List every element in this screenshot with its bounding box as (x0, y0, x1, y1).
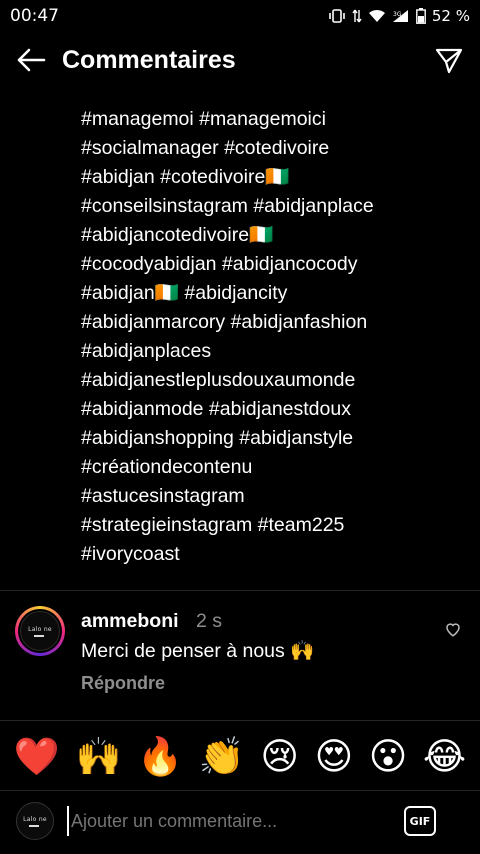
like-heart-icon[interactable] (444, 620, 462, 638)
avatar[interactable]: Lalo ne (15, 606, 65, 656)
caption-line: #socialmanager #cotedivoire (81, 137, 330, 159)
emoji-heart-eyes[interactable]: 😍 (315, 738, 354, 775)
caption-text: #managemoi #managemoici #socialmanager #… (81, 105, 466, 569)
comment-item: Lalo ne ammeboni 2 s Merci de penser à n… (0, 602, 480, 720)
battery-percent: 52 % (431, 7, 470, 25)
own-avatar: Lalo ne (16, 802, 54, 840)
avatar-logo: Lalo ne (20, 611, 60, 651)
comment-time: 2 s (196, 610, 223, 632)
comment-username[interactable]: ammeboni (81, 610, 179, 633)
caption-line: #abidjanshopping #abidjanstyle (81, 427, 354, 449)
status-icons: 3G 52 % (328, 7, 470, 25)
share-button[interactable] (432, 43, 466, 77)
battery-icon (415, 8, 426, 24)
emoji-crying[interactable]: 😢 (260, 738, 299, 775)
caption-line: #abidjanestleplusdouxaumonde (81, 369, 356, 391)
caption-line: #ivorycoast (81, 543, 180, 565)
caption-line: #cocodyabidjan #abidjancocody (81, 253, 358, 275)
vibrate-icon (328, 9, 346, 23)
caption-line: #abidjan🇨🇮 #abidjancity (81, 282, 288, 304)
caption-line: #conseilsinstagram #abidjanplace (81, 195, 374, 217)
status-time: 00:47 (10, 6, 59, 26)
caption-line: #créationdecontenu (81, 456, 253, 478)
gif-button[interactable]: GIF (404, 806, 436, 836)
logo-text: Lalo ne (28, 625, 52, 633)
caption-line: #abidjan #cotedivoire🇨🇮 (81, 166, 290, 188)
emoji-surprised[interactable]: 😮 (369, 738, 408, 775)
divider (0, 590, 480, 591)
caption-line: #abidjanmode #abidjanestdoux (81, 398, 351, 420)
reply-button[interactable]: Répondre (81, 673, 165, 694)
caption-line: #abidjanplaces (81, 340, 212, 362)
comment-input-bar: Lalo ne GIF (0, 792, 480, 854)
caption-line: #managemoi #managemoici (81, 108, 326, 130)
divider (0, 720, 480, 721)
wifi-icon (368, 9, 386, 23)
network-label: 3G (393, 11, 402, 18)
send-icon (435, 48, 463, 74)
emoji-raising-hands[interactable]: 🙌 (75, 738, 121, 775)
comment-text: Merci de penser à nous 🙌 (81, 640, 315, 662)
caption-line: #abidjancotedivoire🇨🇮 (81, 224, 274, 246)
header: Commentaires (0, 32, 480, 88)
emoji-clapping[interactable]: 👏 (199, 738, 245, 775)
emoji-bar: ❤️ 🙌 🔥 👏 😢 😍 😮 😂 (0, 722, 480, 790)
caption-line: #astucesinstagram (81, 485, 245, 507)
emoji-heart[interactable]: ❤️ (14, 738, 60, 775)
back-button[interactable] (14, 43, 48, 77)
emoji-fire[interactable]: 🔥 (137, 738, 183, 775)
divider (0, 790, 480, 791)
data-arrows-icon (352, 9, 362, 23)
page-title: Commentaires (62, 45, 236, 74)
logo-text: Lalo ne (23, 815, 47, 823)
signal-icon: 3G (392, 9, 410, 23)
status-bar: 00:47 3G 52 % (0, 0, 480, 32)
comment-input[interactable] (67, 806, 387, 836)
caption-line: #abidjanmarcory #abidjanfashion (81, 311, 368, 333)
back-arrow-icon (17, 48, 46, 72)
caption-line: #strategieinstagram #team225 (81, 514, 345, 536)
emoji-laughing[interactable]: 😂 (423, 738, 466, 775)
